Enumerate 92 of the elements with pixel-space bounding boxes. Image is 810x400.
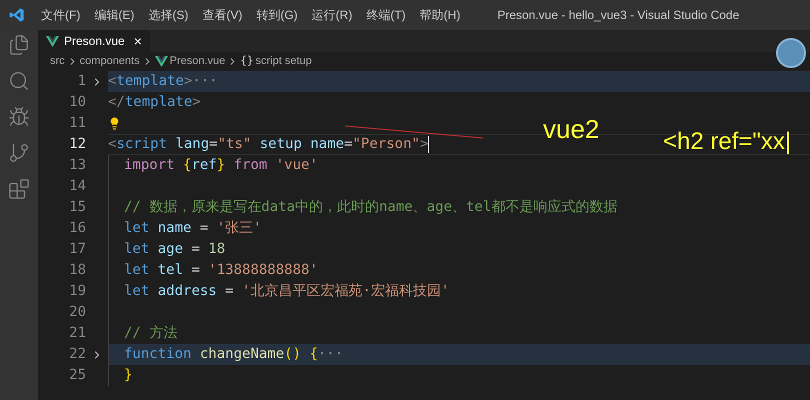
code-token: } (216, 156, 226, 175)
line-number: 20 (68, 303, 86, 322)
source-control-icon[interactable] (8, 142, 30, 164)
code-token: { (182, 156, 192, 175)
code-token: name (156, 219, 192, 238)
avatar-icon (776, 38, 806, 68)
app-logo-icon (9, 7, 25, 23)
tab-label: Preson.vue (64, 33, 125, 50)
code-token: let (124, 282, 150, 301)
menu-item[interactable]: 文件(F) (34, 6, 88, 24)
menu-item[interactable]: 编辑(E) (87, 6, 142, 24)
code-token: = (344, 135, 352, 154)
code-token: = (190, 261, 200, 280)
code-token: 'vue' (274, 156, 318, 175)
code-token: // 数据，原来是写在data中的，此时的name、age、tel都不是响应式的数据 (124, 198, 618, 217)
line-number: 14 (68, 177, 86, 196)
code-token: let (124, 261, 150, 280)
code-token: '北京昌平区宏福苑·宏福科技园' (241, 282, 450, 301)
code-token: ref (191, 156, 217, 175)
line-number: 25 (68, 366, 86, 385)
code-token: = (198, 219, 208, 238)
code-token: "ts" (218, 135, 252, 154)
line-number: 15 (68, 198, 86, 217)
code-token: name (309, 135, 344, 154)
extensions-icon[interactable] (8, 178, 30, 200)
code-token: = (209, 135, 218, 154)
line-number: 11 (68, 114, 86, 133)
code-token: 18 (207, 240, 226, 259)
code-token: setup (258, 135, 302, 154)
code-token: tel (156, 261, 184, 280)
lightbulb-icon[interactable] (108, 117, 121, 130)
code-token: = (224, 282, 234, 301)
search-icon[interactable] (8, 70, 30, 92)
menu-item[interactable]: 帮助(H) (412, 6, 468, 24)
line-number: 16 (68, 219, 86, 238)
code-token: ··· (192, 72, 218, 91)
code-token: "Person" (352, 135, 420, 154)
code-token: function (124, 345, 192, 364)
line-number: 10 (68, 93, 86, 112)
code-token: < (108, 135, 116, 154)
code-token: { (308, 345, 318, 364)
code-token: () (284, 345, 302, 364)
breadcrumb-item[interactable]: Preson.vue (170, 52, 226, 70)
breadcrumb-item[interactable]: script setup (256, 52, 312, 70)
line-number: 19 (68, 282, 86, 301)
code-token: </ (108, 93, 125, 112)
code-token: ··· (318, 345, 344, 364)
menu-item[interactable]: 查看(V) (195, 6, 250, 24)
line-number: 21 (68, 324, 86, 343)
breadcrumb-item[interactable]: components (80, 52, 140, 70)
run-debug-icon[interactable] (8, 106, 30, 128)
code-token: template (116, 72, 184, 91)
menu-item[interactable]: 运行(R) (304, 6, 360, 24)
code-token: let (124, 219, 150, 238)
vue-logo-icon (46, 36, 59, 46)
code-token: < (108, 72, 116, 91)
annotation-code: <h2 ref="xx| (663, 127, 792, 157)
code-token: address (156, 282, 217, 301)
line-number: 13 (68, 156, 86, 175)
code-token: // 方法 (124, 324, 178, 343)
files-icon[interactable] (8, 34, 30, 56)
code-token: '13888888888' (207, 261, 318, 280)
code-token: > (192, 93, 201, 112)
code-token: > (184, 72, 192, 91)
line-number: 17 (68, 240, 86, 259)
line-number: 18 (68, 261, 86, 280)
code-token: from (232, 156, 268, 175)
code-token: > (420, 135, 428, 154)
text-cursor (428, 136, 430, 153)
editor-tab[interactable]: Preson.vue × (38, 30, 150, 52)
code-token: age (156, 240, 184, 259)
code-token: = (190, 240, 200, 259)
line-number: 22 (68, 345, 86, 364)
code-token: } (124, 366, 132, 385)
line-number: 12 (68, 135, 86, 154)
code-token: import (124, 156, 175, 175)
window-title: Preson.vue - hello_vue3 - Visual Studio Code (497, 7, 740, 24)
code-token: let (124, 240, 150, 259)
menu-item[interactable]: 转到(G) (249, 6, 305, 24)
braces-icon: {} (240, 52, 254, 70)
code-token: '张三' (216, 219, 262, 238)
menu-item[interactable]: 终端(T) (359, 6, 413, 24)
vue-logo-icon (154, 56, 168, 66)
line-number: 1 (76, 72, 86, 91)
code-token: template (124, 93, 192, 112)
breadcrumb-item[interactable]: src (50, 52, 65, 70)
menu-item[interactable]: 选择(S) (141, 6, 196, 24)
code-token: changeName (198, 345, 284, 364)
code-token: script (116, 135, 168, 154)
annotation-text: vue2 (543, 113, 600, 146)
code-token: lang (174, 135, 210, 154)
close-icon[interactable]: × (134, 30, 142, 52)
